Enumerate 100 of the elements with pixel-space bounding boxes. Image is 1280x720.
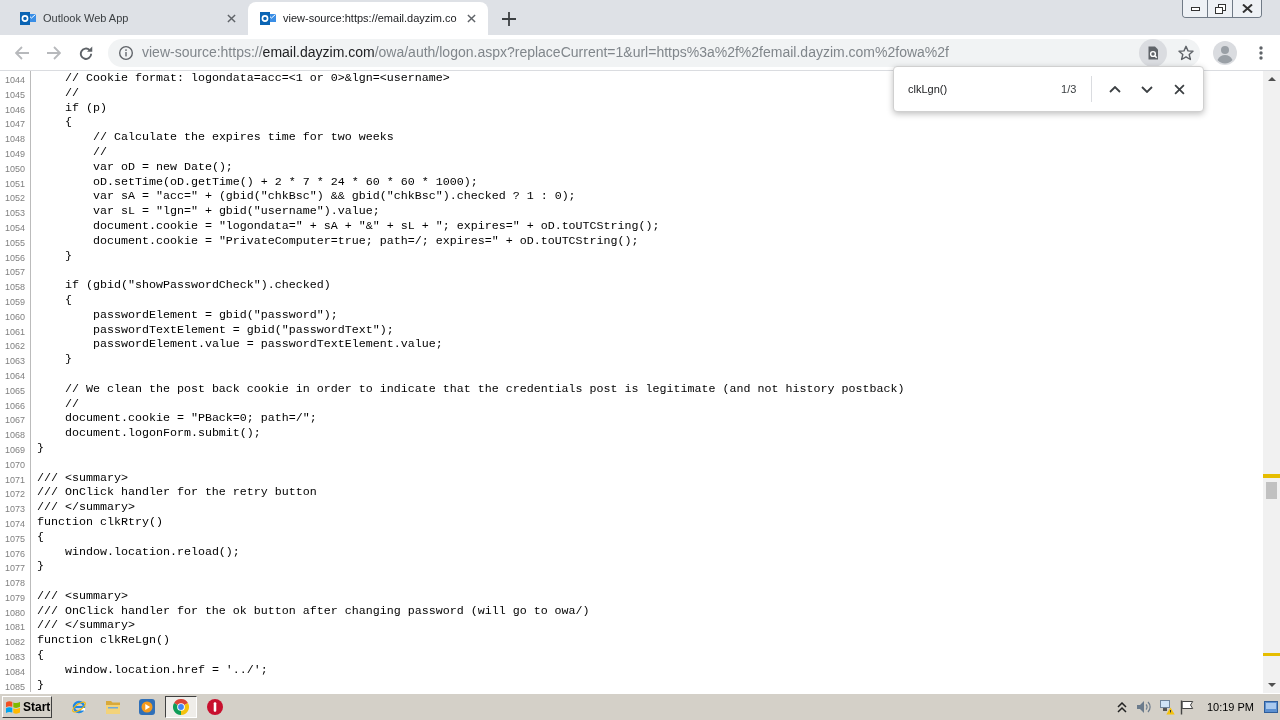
flag-icon[interactable] (1179, 699, 1194, 715)
match-marker (1263, 474, 1280, 478)
network-icon[interactable] (1158, 699, 1175, 715)
code-line: document.cookie = "PBack=0; path=/"; (65, 411, 317, 426)
line-number: 1057 (4, 267, 25, 278)
code-line: if (gbid("showPasswordCheck").checked) (65, 278, 331, 293)
line-number: 1044 (4, 75, 25, 85)
match-count: 1/3 (1060, 81, 1077, 97)
scrollbar-track[interactable] (1263, 71, 1280, 693)
clock-time[interactable]: 10:19 PM (1206, 698, 1254, 716)
start-button[interactable]: Start (2, 696, 52, 718)
line-number: 1049 (4, 149, 25, 159)
code-line: function clkRtry() (37, 514, 163, 529)
line-number: 1073 (4, 504, 25, 515)
code-line: document.cookie = "logondata=" + sA + "&" + sL + "; expires=" + oD.toUTCString(); (92, 218, 660, 233)
code-line: window.location.href = '../'; (65, 662, 268, 677)
line-number: 1064 (4, 370, 25, 381)
line-number: 1074 (4, 518, 25, 529)
line-number: 1055 (4, 237, 25, 248)
code-line: } (37, 440, 44, 455)
code-line: passwordTextElement = gbid("passwordText"); (92, 322, 394, 337)
close-icon[interactable] (1173, 83, 1185, 95)
code-line: { (65, 292, 72, 307)
code-line: // Calculate the expires time for two weeks (92, 130, 394, 145)
code-line: /// </summary> (37, 500, 135, 515)
chevron-up-icon[interactable] (1109, 85, 1122, 93)
scroll-up-arrow-icon[interactable] (1267, 77, 1276, 81)
line-number: 1071 (4, 474, 25, 485)
code-line: if (p) (65, 100, 107, 115)
match-marker (1263, 653, 1280, 656)
code-line: } (37, 677, 44, 692)
avatar-icon[interactable] (1213, 40, 1237, 65)
line-number: 1072 (4, 489, 25, 500)
find-field[interactable]: clkLgn() (908, 80, 1052, 98)
line-number: 1079 (4, 592, 25, 603)
code-line: { (37, 648, 44, 663)
code-line: passwordElement.value = passwordTextElement.value; (92, 337, 443, 352)
mail-app-icon (260, 12, 276, 25)
line-number: 1075 (4, 533, 25, 544)
code-line: document.cookie = "PrivateComputer=true; path=/; expires=" + oD.toUTCString(); (92, 233, 639, 248)
close-icon[interactable] (227, 14, 236, 23)
code-line: /// OnClick handler for the retry button (37, 485, 317, 500)
new-tab-icon[interactable] (502, 11, 516, 26)
line-number: 1081 (4, 622, 25, 633)
e-logo-icon[interactable] (71, 699, 87, 715)
reload-icon[interactable] (79, 45, 93, 60)
line-number: 1062 (4, 341, 25, 352)
line-number: 1070 (4, 459, 25, 470)
menu-icon[interactable] (1259, 45, 1263, 60)
info-icon[interactable] (119, 45, 133, 60)
code-line: { (65, 115, 72, 130)
line-number: 1045 (4, 89, 25, 100)
code-line: document.logonForm.submit(); (65, 426, 261, 441)
browser-tab[interactable]: view-source:https://email.dayzim.co (248, 2, 488, 35)
chevron-down-icon[interactable] (1141, 85, 1154, 93)
close-icon[interactable] (467, 14, 476, 23)
code-line: // Cookie format: logondata=acc=<1 or 0>&lgn=<username> (65, 71, 450, 85)
scroll-down-arrow-icon[interactable] (1267, 683, 1276, 687)
line-number: 1065 (4, 385, 25, 396)
show-desktop-icon[interactable] (1264, 701, 1278, 713)
line-number: 1047 (4, 119, 25, 130)
code-line: function clkReLgn() (37, 633, 170, 648)
star-icon[interactable] (1178, 44, 1194, 61)
code-line: // (65, 396, 79, 411)
line-number: 1051 (4, 178, 25, 189)
code-line: { (37, 529, 44, 544)
taskbar-button[interactable] (165, 696, 197, 718)
address-field[interactable]: view-source:https://email.dayzim.com/owa/auth/logon.aspx?replaceCurrent=1&url=https%3a%2f%2femail.dayzim.com%2fowa%2f (108, 38, 1200, 67)
code-line: var oD = new Date(); (92, 159, 233, 174)
code-line: // We clean the post back cookie in order to indicate that the credentials post is legitimate (and not history postback) (65, 381, 905, 396)
line-number: 1048 (4, 134, 25, 145)
restore-button[interactable] (1207, 0, 1232, 17)
mail-app-icon (20, 12, 36, 25)
browser-tab[interactable]: Outlook Web App (8, 2, 248, 35)
minimize-icon (1190, 6, 1200, 11)
line-number: 1066 (4, 400, 25, 411)
scrollbar-thumb[interactable] (1266, 482, 1277, 499)
line-number: 1056 (4, 252, 25, 263)
exclamation-icon[interactable] (207, 699, 223, 715)
speaker-icon[interactable] (1135, 700, 1152, 714)
line-number: 1060 (4, 311, 25, 322)
find-in-page-icon[interactable] (1139, 38, 1167, 67)
line-number: 1046 (4, 104, 25, 115)
close-window-button[interactable] (1232, 0, 1261, 17)
line-number: 1053 (4, 208, 25, 219)
line-number: 1083 (4, 652, 25, 663)
minimize-button[interactable] (1183, 0, 1207, 17)
line-number: 1085 (4, 681, 25, 692)
flag-logo-icon (5, 699, 21, 715)
line-number: 1082 (4, 637, 25, 648)
ring-logo-icon[interactable] (173, 699, 189, 715)
line-number: 1068 (4, 430, 25, 441)
chevron-up-icon[interactable] (1116, 701, 1127, 713)
line-number: 1080 (4, 607, 25, 618)
code-line: } (37, 559, 44, 574)
line-number: 1052 (4, 193, 25, 204)
play-icon[interactable] (139, 699, 155, 715)
code-line: /// OnClick handler for the ok button after changing password (will go to owa/) (37, 603, 590, 618)
line-number: 1078 (4, 578, 25, 589)
line-number: 1058 (4, 282, 25, 293)
